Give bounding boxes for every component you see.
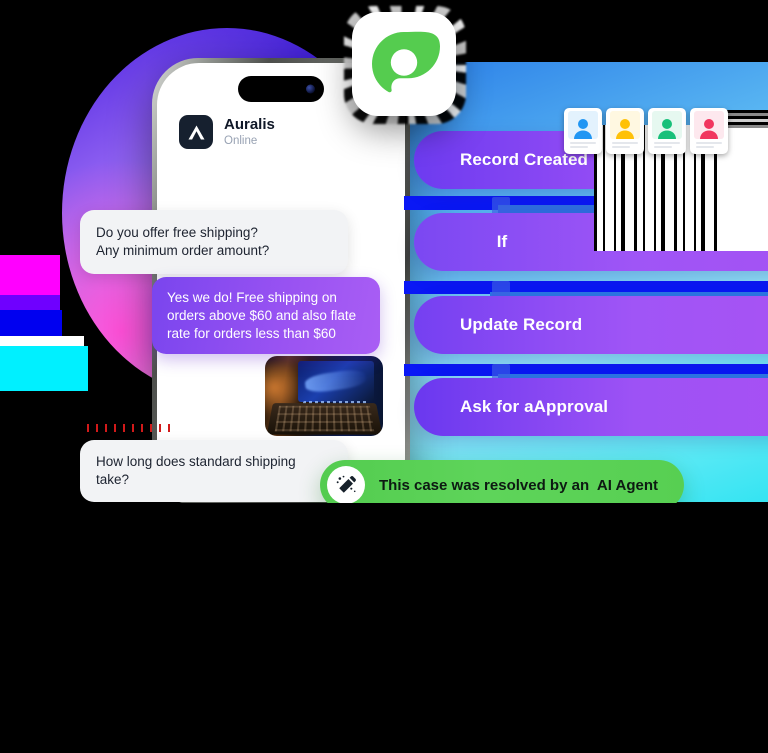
workflow-card-label: If bbox=[496, 232, 508, 251]
glitch-band-cyan bbox=[0, 346, 88, 391]
bottom-black-area bbox=[0, 503, 768, 753]
avatar-icon-green bbox=[652, 111, 682, 139]
avatar-icon-pink bbox=[694, 111, 724, 139]
chat-bubble-outgoing-1: Yes we do! Free shipping on orders above… bbox=[152, 277, 380, 355]
glitch-black-left-bottom bbox=[0, 391, 66, 503]
avatar-card-lines bbox=[696, 142, 722, 150]
glitch-band-blue bbox=[0, 310, 62, 336]
glitch-band-white bbox=[0, 336, 84, 346]
chat-app-identity: Auralis Online bbox=[224, 115, 275, 148]
glitch-black-left-top bbox=[0, 0, 62, 255]
glitch-band-violet bbox=[0, 295, 60, 310]
avatar-icon-blue bbox=[568, 111, 598, 139]
auralis-green-bubble-logo-icon[interactable] bbox=[352, 12, 456, 116]
avatar-card-group bbox=[564, 108, 728, 154]
chat-bubble-incoming-1: Do you offer free shipping? Any minimum … bbox=[80, 210, 348, 274]
avatar-card-green[interactable] bbox=[648, 108, 686, 154]
magic-wand-icon bbox=[327, 466, 365, 504]
avatar-card-pink[interactable] bbox=[690, 108, 728, 154]
avatar-card-lines bbox=[612, 142, 638, 150]
chat-app-name: Auralis bbox=[224, 115, 275, 133]
auralis-chevron-logo-icon bbox=[179, 115, 213, 149]
workflow-card-label: Update Record bbox=[460, 315, 583, 334]
glitch-band-magenta bbox=[0, 255, 60, 295]
composition-stage: Record Created If Update Record Ask for … bbox=[0, 0, 768, 753]
dynamic-island bbox=[238, 76, 324, 102]
workflow-card-ask-for-approval[interactable]: Ask for aApproval bbox=[414, 378, 768, 436]
chat-app-header: Auralis Online bbox=[179, 115, 275, 149]
workflow-card-update-record[interactable]: Update Record bbox=[414, 296, 768, 354]
glitch-red-ticks bbox=[80, 424, 170, 432]
avatar-card-lines bbox=[654, 142, 680, 150]
avatar-icon-yellow bbox=[610, 111, 640, 139]
laptop-photo-attachment[interactable] bbox=[265, 356, 383, 436]
chat-bubble-incoming-2: How long does standard shipping take? bbox=[80, 440, 348, 502]
ai-resolved-banner-label: This case was resolved by an AI Agent bbox=[379, 476, 658, 494]
camera-lens-icon bbox=[306, 84, 315, 94]
workflow-card-label: Ask for aApproval bbox=[460, 397, 609, 416]
avatar-card-lines bbox=[570, 142, 596, 150]
chat-app-status: Online bbox=[224, 135, 258, 148]
photo-laptop-keyboard bbox=[266, 403, 382, 435]
workflow-card-label: Record Created bbox=[460, 150, 588, 169]
avatar-card-yellow[interactable] bbox=[606, 108, 644, 154]
avatar-card-blue[interactable] bbox=[564, 108, 602, 154]
